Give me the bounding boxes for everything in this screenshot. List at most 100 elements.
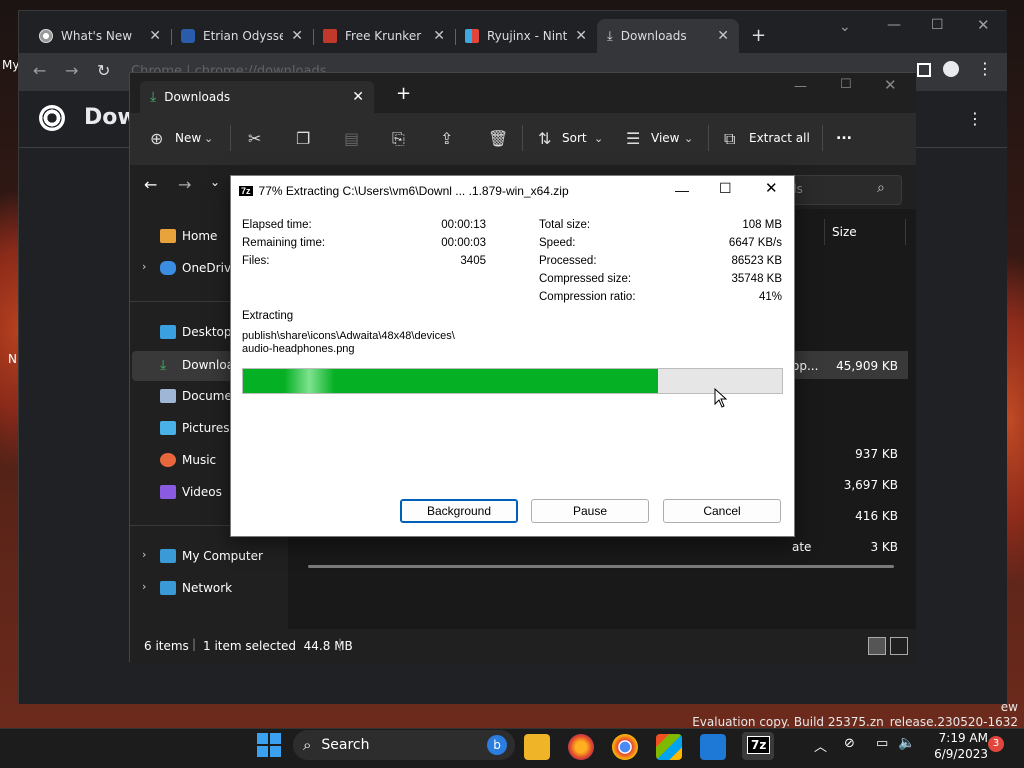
minimize-button[interactable]: —	[887, 17, 901, 33]
close-icon[interactable]: ✕	[717, 28, 729, 44]
tab-etrian-odyssey[interactable]: Etrian Odyssey ✕	[171, 19, 313, 53]
desktop-icon-label[interactable]: My	[2, 58, 19, 72]
new-tab-button[interactable]: +	[396, 83, 411, 104]
tab-label: Ryujinx - Ninte	[487, 29, 568, 43]
start-windows-icon[interactable]	[257, 733, 281, 757]
chevron-down-icon: ⌄	[684, 132, 694, 145]
selection-info: 1 item selected 44.8 MB	[203, 639, 353, 653]
chrome-taskbar-icon[interactable]	[612, 734, 638, 760]
explorer-tabstrip: ⤓ Downloads ✕ + — ☐ ✕	[130, 73, 916, 113]
app-taskbar-icon[interactable]	[700, 734, 726, 760]
sort-icon[interactable]: ⇅	[538, 129, 551, 148]
close-window-button[interactable]: ✕	[765, 179, 778, 197]
close-icon[interactable]: ✕	[352, 89, 364, 105]
cancel-button[interactable]: Cancel	[663, 499, 781, 523]
more-options-button[interactable]: ...	[836, 127, 852, 143]
speed-label: Speed:	[539, 237, 576, 249]
forward-arrow-icon[interactable]: →	[178, 175, 191, 194]
search-icon: ⌕	[303, 736, 312, 754]
sort-button[interactable]: Sort	[562, 131, 587, 145]
tiles-view-icon[interactable]	[890, 637, 908, 655]
maximize-button[interactable]: ☐	[931, 17, 944, 33]
network-status-icon[interactable]: ⊘	[844, 736, 855, 751]
status-bar: 6 items | 1 item selected 44.8 MB |	[130, 629, 916, 663]
close-window-button[interactable]: ✕	[977, 16, 990, 34]
volume-icon[interactable]: 🔈	[898, 735, 915, 751]
column-header-size[interactable]: Size	[832, 225, 857, 239]
explorer-tab-downloads[interactable]: ⤓ Downloads ✕	[140, 81, 374, 113]
chevron-down-icon: ⌄	[594, 132, 604, 145]
7zip-icon: 7z	[239, 186, 253, 196]
chevron-right-icon[interactable]: ›	[142, 548, 146, 561]
back-arrow-icon[interactable]: ←	[33, 61, 46, 80]
details-view-icon[interactable]	[868, 637, 886, 655]
share-icon[interactable]: ⇪	[440, 129, 453, 148]
item-count: 6 items	[144, 639, 189, 653]
remaining-time-value: 00:00:03	[441, 237, 486, 249]
view-button[interactable]: View	[651, 131, 679, 145]
extracting-label: Extracting	[242, 310, 294, 322]
file-explorer-taskbar-icon[interactable]	[524, 734, 550, 760]
new-button[interactable]: New	[175, 131, 201, 145]
close-icon[interactable]: ✕	[291, 28, 303, 44]
close-icon[interactable]: ✕	[149, 28, 161, 44]
menu-kebab-icon[interactable]: ⋮	[967, 109, 983, 128]
menu-kebab-icon[interactable]: ⋮	[977, 59, 993, 78]
download-icon: ⤓	[160, 357, 167, 373]
start-tile	[257, 733, 268, 744]
store-taskbar-icon[interactable]	[656, 734, 682, 760]
view-icon[interactable]: ☰	[626, 129, 640, 148]
horizontal-scrollbar[interactable]	[308, 565, 894, 568]
close-icon[interactable]: ✕	[433, 28, 445, 44]
reload-icon[interactable]: ↻	[97, 61, 110, 80]
maximize-button[interactable]: ☐	[719, 180, 732, 197]
desktop-icon-label[interactable]: N	[8, 352, 17, 366]
extract-all-button[interactable]: Extract all	[749, 131, 810, 145]
extract-icon[interactable]: ⧉	[724, 129, 735, 149]
search-box[interactable]: ds ⌕	[780, 175, 902, 205]
display-icon[interactable]: ▭	[876, 736, 888, 751]
notification-badge[interactable]: 3	[988, 736, 1004, 752]
tab-whats-new[interactable]: What's New ✕	[29, 19, 171, 53]
close-icon[interactable]: ✕	[575, 28, 587, 44]
delete-icon[interactable]: 🗑	[488, 129, 508, 148]
divider	[824, 219, 825, 245]
new-tab-button[interactable]: +	[751, 25, 766, 46]
sidebar-item-my-computer[interactable]: My Computer	[160, 549, 286, 563]
rename-icon[interactable]: ⎘	[392, 129, 405, 149]
sidebar-icon[interactable]	[917, 63, 931, 77]
current-file-name: audio-headphones.png	[242, 343, 355, 355]
sidebar-item-network[interactable]: Network	[160, 581, 286, 595]
tray-chevron-up-icon[interactable]: ︿	[814, 736, 827, 755]
maximize-button[interactable]: ☐	[840, 77, 852, 92]
background-button[interactable]: Background	[400, 499, 518, 523]
back-arrow-icon[interactable]: ←	[144, 175, 157, 194]
profile-icon[interactable]	[943, 61, 959, 77]
forward-arrow-icon[interactable]: →	[65, 61, 78, 80]
bing-icon[interactable]: b	[487, 735, 507, 755]
7zip-taskbar-icon[interactable]: 7z	[747, 736, 771, 754]
chevron-right-icon[interactable]: ›	[142, 580, 146, 593]
pause-button[interactable]: Pause	[531, 499, 649, 523]
tab-ryujinx[interactable]: Ryujinx - Ninte ✕	[455, 19, 597, 53]
tab-free-krunker[interactable]: Free Krunker A ✕	[313, 19, 455, 53]
file-size: 45,909 KB	[836, 359, 898, 373]
chevron-right-icon[interactable]: ›	[142, 260, 146, 273]
tab-search-chevron-icon[interactable]: ⌄	[839, 19, 851, 35]
paste-icon[interactable]: ▤	[344, 129, 359, 148]
elapsed-time-label: Elapsed time:	[242, 219, 312, 231]
recent-chevron-icon[interactable]: ⌄	[210, 175, 220, 189]
copy-icon[interactable]: ❐	[296, 129, 310, 148]
firefox-taskbar-icon[interactable]	[568, 734, 594, 760]
taskbar-clock[interactable]: 7:19 AM 6/9/2023	[922, 728, 988, 762]
close-window-button[interactable]: ✕	[884, 76, 897, 94]
minimize-button[interactable]: —	[675, 182, 689, 198]
minimize-button[interactable]: —	[794, 79, 807, 94]
new-plus-icon[interactable]: ⊕	[150, 129, 163, 148]
compression-ratio-value: 41%	[758, 291, 782, 303]
taskbar-search[interactable]: ⌕ Search b	[293, 730, 515, 760]
tab-downloads[interactable]: ⤓ Downloads ✕	[597, 19, 739, 53]
dialog-titlebar: 7z 77% Extracting C:\Users\vm6\Downl ...…	[231, 176, 794, 206]
download-icon: ⤓	[607, 28, 613, 44]
cut-icon[interactable]: ✂	[248, 129, 261, 148]
